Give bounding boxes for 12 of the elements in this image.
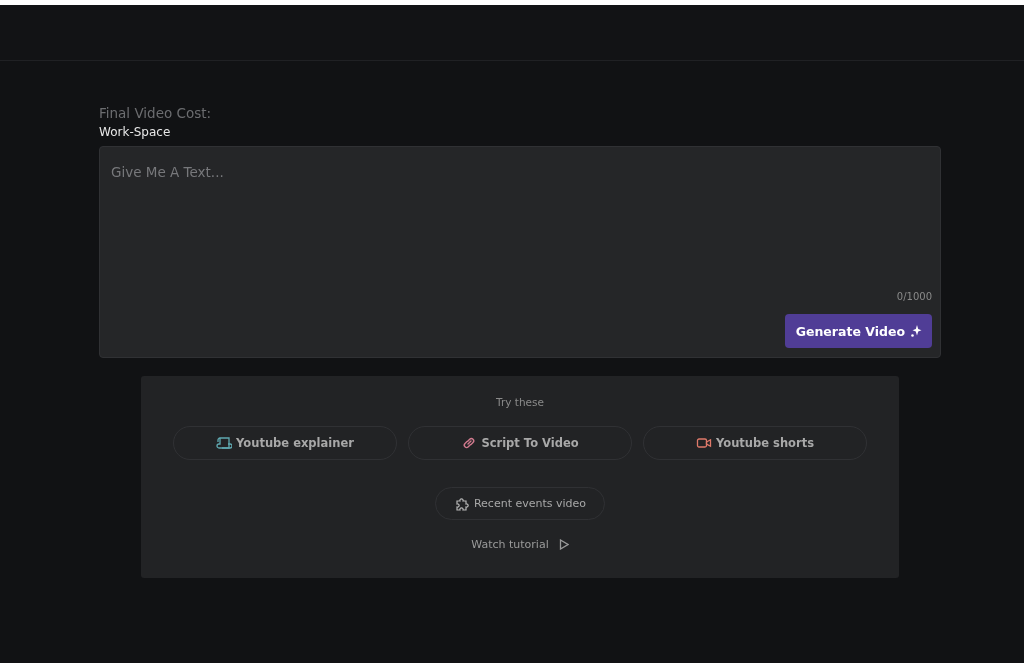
prompt-field[interactable]: Give Me A Text... 0/1000 Generate Video [99,146,941,358]
cost-label: Final Video Cost: [99,105,213,122]
character-counter: 0/1000 [896,291,932,302]
scroll-icon [216,435,233,451]
workspace-label: Work-Space [99,124,172,141]
sparkle-icon [910,324,922,338]
video-camera-icon [696,435,712,451]
watch-tutorial-link[interactable]: Watch tutorial [465,537,575,552]
generate-video-button[interactable]: Generate Video [784,314,932,348]
puzzle-icon [453,495,470,512]
play-icon [558,539,569,550]
section-title: Try these [496,396,544,408]
